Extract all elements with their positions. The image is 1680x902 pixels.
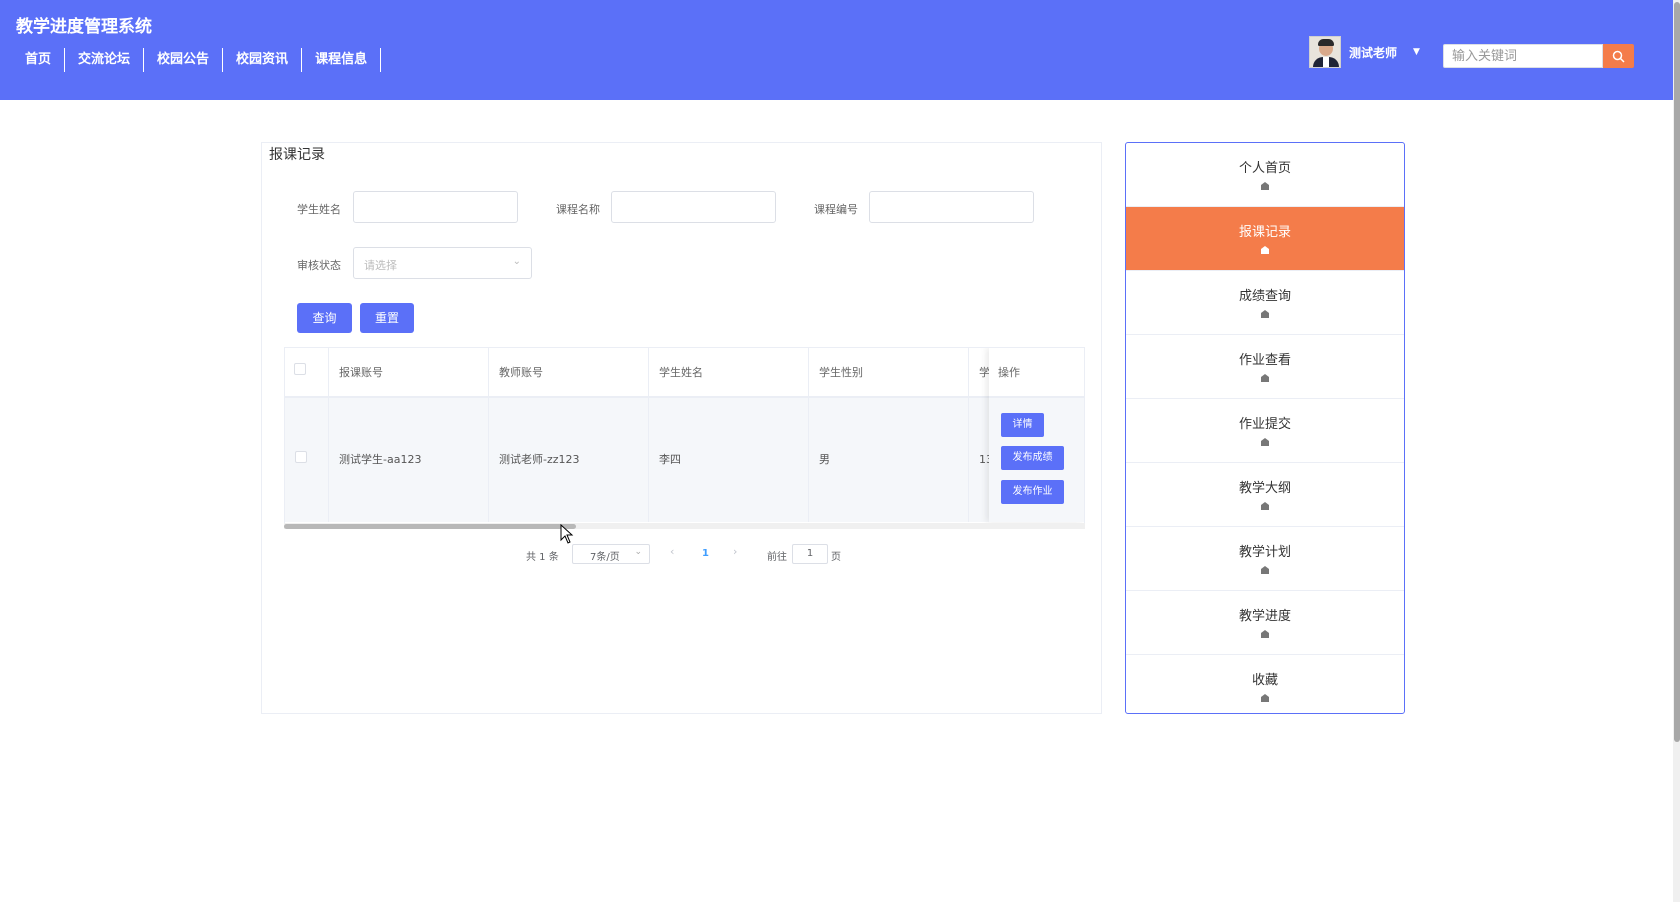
enrollment-table: 报课账号 教师账号 学生姓名 学生性别 学 测试学生-aa123 测试老师-zz… [284,347,1085,528]
chevron-down-icon: ⌄ [634,547,642,557]
home-icon [1261,182,1269,190]
header-student-name[interactable]: 学生姓名 [649,348,809,398]
menu-label: 作业查看 [1238,353,1291,368]
select-all-checkbox[interactable] [294,363,306,375]
search-button[interactable] [1603,44,1634,68]
home-icon [1261,310,1269,318]
menu-label: 个人首页 [1238,161,1291,176]
page-number-current[interactable]: 1 [702,548,709,559]
search-input[interactable] [1443,44,1603,68]
menu-label: 收藏 [1251,673,1278,688]
nav-home[interactable]: 首页 [12,48,66,72]
menu-item-homework-submit[interactable]: 作业提交 [1126,399,1404,463]
enrollment-records-panel: 报课记录 学生姓名 课程名称 课程编号 审核状态 请选择 ⌄ 查询 重置 报课账… [261,142,1102,714]
menu-item-teaching-plan[interactable]: 教学计划 [1126,527,1404,591]
row-actions: 详情 发布成绩 发布作业 [989,398,1084,522]
status-placeholder: 请选择 [364,259,397,272]
header-account[interactable]: 报课账号 [329,348,489,398]
goto-label: 前往 [767,552,787,563]
page-scrollbar-thumb[interactable] [1674,2,1680,742]
row-select-cell [285,398,329,522]
cell-student-name: 李四 [649,398,809,522]
reset-button[interactable]: 重置 [360,303,414,333]
select-all-cell [285,348,329,398]
course-name-input[interactable] [611,191,776,223]
cell-student-gender: 男 [809,398,969,522]
menu-item-favorites[interactable]: 收藏 [1126,655,1404,713]
top-header: 教学进度管理系统 首页 交流论坛 校园公告 校园资讯 课程信息 测试老师 ▼ [0,0,1673,100]
menu-label: 教学计划 [1238,545,1291,560]
nav-forum[interactable]: 交流论坛 [65,48,145,72]
mouse-cursor-icon [560,524,574,544]
student-name-label: 学生姓名 [297,203,341,216]
cell-account: 测试学生-aa123 [329,398,489,522]
avatar[interactable] [1309,36,1341,68]
home-icon [1261,502,1269,510]
menu-item-syllabus[interactable]: 教学大纲 [1126,463,1404,527]
page-suffix: 页 [831,552,841,563]
pagination-total: 共 1 条 [526,552,559,563]
table-scrollbar-thumb[interactable] [284,524,576,529]
home-icon [1261,566,1269,574]
publish-grade-button[interactable]: 发布成绩 [1001,446,1064,470]
page-size-select[interactable]: 7条/页 ⌄ [572,544,650,564]
header-teacher[interactable]: 教师账号 [489,348,649,398]
chevron-right-icon[interactable]: › [733,545,737,558]
page-title: 报课记录 [269,147,325,163]
chevron-left-icon[interactable]: ‹ [670,545,674,558]
student-name-input[interactable] [353,191,518,223]
home-icon [1261,694,1269,702]
menu-label: 教学进度 [1238,609,1291,624]
menu-label: 成绩查询 [1238,289,1291,304]
query-button[interactable]: 查询 [297,303,352,333]
user-menu[interactable]: 测试老师 ▼ [1309,36,1420,68]
details-button[interactable]: 详情 [1001,413,1044,437]
course-no-input[interactable] [869,191,1034,223]
actions-column: 操作 详情 发布成绩 发布作业 [989,348,1084,522]
status-select[interactable]: 请选择 ⌄ [353,247,532,279]
nav-announcements[interactable]: 校园公告 [144,48,224,72]
status-label: 审核状态 [297,259,341,272]
goto-page-input[interactable]: 1 [792,544,828,564]
home-icon [1261,438,1269,446]
user-name[interactable]: 测试老师 [1349,44,1397,61]
home-icon [1261,374,1269,382]
main-nav: 首页 交流论坛 校园公告 校园资讯 课程信息 [12,48,382,72]
menu-label: 报课记录 [1238,225,1291,240]
header-actions: 操作 [989,348,1084,398]
menu-item-teaching-progress[interactable]: 教学进度 [1126,591,1404,655]
nav-news[interactable]: 校园资讯 [223,48,303,72]
row-checkbox[interactable] [295,451,307,463]
menu-item-grade-query[interactable]: 成绩查询 [1126,271,1404,335]
menu-item-homework-view[interactable]: 作业查看 [1126,335,1404,399]
course-name-label: 课程名称 [556,203,600,216]
chevron-down-icon: ⌄ [512,256,521,267]
publish-homework-button[interactable]: 发布作业 [1001,480,1064,504]
search-icon [1612,50,1625,63]
menu-label: 教学大纲 [1238,481,1291,496]
side-menu: 个人首页 报课记录 成绩查询 作业查看 作业提交 教学大纲 教学计划 教学进度 … [1125,142,1405,714]
page-size-value: 7条/页 [590,552,620,563]
home-icon [1261,246,1269,254]
menu-item-profile[interactable]: 个人首页 [1126,143,1404,207]
menu-item-enrollment-records[interactable]: 报课记录 [1126,207,1404,271]
app-title: 教学进度管理系统 [16,17,152,37]
nav-course-info[interactable]: 课程信息 [302,48,382,72]
menu-label: 作业提交 [1238,417,1291,432]
header-student-gender[interactable]: 学生性别 [809,348,969,398]
cell-teacher: 测试老师-zz123 [489,398,649,522]
course-no-label: 课程编号 [814,203,858,216]
home-icon [1261,630,1269,638]
chevron-down-icon[interactable]: ▼ [1413,47,1420,57]
